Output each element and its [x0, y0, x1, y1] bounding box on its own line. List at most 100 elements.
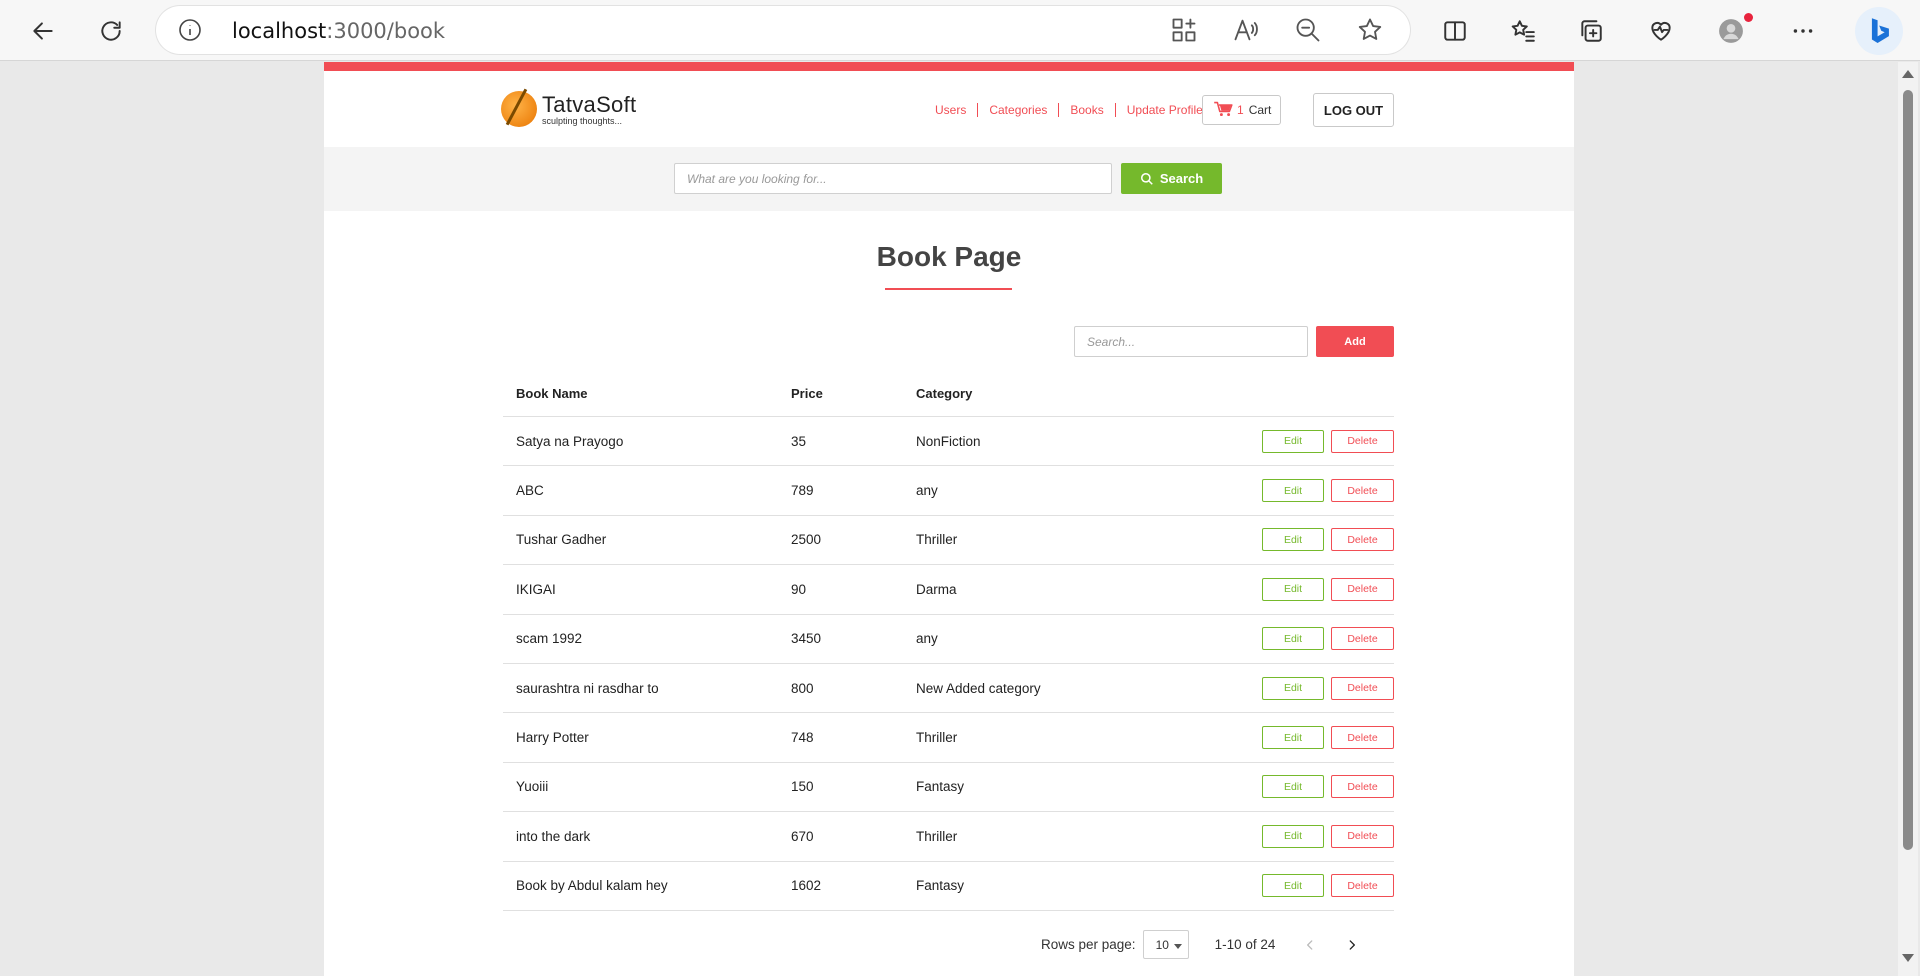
main-nav: Users Categories Books Update Profile [935, 103, 1203, 117]
table-row: Yuoiii 150 Fantasy Edit Delete [503, 763, 1394, 813]
header-price: Price [791, 386, 823, 401]
delete-button[interactable]: Delete [1331, 627, 1394, 651]
cell-book-name: into the dark [516, 828, 591, 844]
delete-button[interactable]: Delete [1331, 824, 1394, 848]
next-page-button[interactable] [1339, 932, 1365, 958]
read-aloud-icon[interactable] [1232, 16, 1260, 44]
cell-category: Darma [916, 581, 957, 597]
edit-button[interactable]: Edit [1262, 429, 1324, 453]
cell-book-name: Satya na Prayogo [516, 433, 624, 449]
delete-button[interactable]: Delete [1331, 479, 1394, 503]
nav-item-books[interactable]: Books [1070, 103, 1103, 117]
rows-per-page-select[interactable]: 10 [1142, 930, 1189, 959]
edit-button[interactable]: Edit [1262, 726, 1324, 750]
add-button[interactable]: Add [1316, 326, 1394, 357]
scroll-up-arrow[interactable] [1902, 70, 1914, 78]
copilot-button[interactable] [1855, 7, 1903, 55]
header-category: Category [916, 386, 973, 401]
web-page: TatvaSoft sculpting thoughts... Users Ca… [324, 62, 1574, 976]
cell-category: any [916, 483, 938, 499]
avatar-icon [1719, 19, 1743, 43]
table-row: Harry Potter 748 Thriller Edit Delete [503, 713, 1394, 763]
search-button[interactable]: Search [1121, 163, 1222, 194]
site-header: TatvaSoft sculpting thoughts... Users Ca… [324, 71, 1574, 147]
zoom-out-icon[interactable] [1294, 16, 1322, 44]
table-header: Book Name Price Category [503, 371, 1394, 417]
split-screen-button[interactable] [1436, 12, 1474, 50]
site-search-input[interactable] [674, 163, 1112, 194]
table-row: Book by Abdul kalam hey 1602 Fantasy Edi… [503, 862, 1394, 911]
delete-button[interactable]: Delete [1331, 577, 1394, 601]
search-button-label: Search [1159, 171, 1204, 186]
cell-price: 789 [791, 483, 814, 499]
delete-button[interactable]: Delete [1331, 874, 1394, 898]
more-menu-button[interactable] [1784, 12, 1822, 50]
pagination: Rows per page: 10 1-10 of 24 [1041, 930, 1365, 959]
rows-per-page-label: Rows per page: [1041, 937, 1136, 952]
cell-price: 3450 [791, 631, 822, 647]
reload-button[interactable] [92, 12, 130, 50]
cell-price: 35 [791, 433, 807, 449]
edit-button[interactable]: Edit [1262, 676, 1324, 700]
scroll-down-arrow[interactable] [1902, 954, 1914, 962]
cell-category: Fantasy [916, 779, 965, 795]
edit-button[interactable]: Edit [1262, 775, 1324, 799]
tatvasoft-logo[interactable]: TatvaSoft sculpting thoughts... [501, 91, 636, 127]
cell-price: 800 [791, 680, 814, 696]
edit-button[interactable]: Edit [1262, 479, 1324, 503]
table-row: scam 1992 3450 any Edit Delete [503, 615, 1394, 664]
notification-dot [1744, 13, 1753, 22]
nav-divider [1058, 103, 1060, 117]
cell-category: Thriller [916, 532, 958, 548]
edit-button[interactable]: Edit [1262, 824, 1324, 848]
favorites-button[interactable] [1504, 12, 1542, 50]
prev-page-button[interactable] [1297, 932, 1323, 958]
refresh-icon [101, 21, 121, 41]
cell-price: 150 [791, 779, 814, 795]
copilot-icon [1871, 18, 1889, 44]
nav-item-users[interactable]: Users [935, 103, 966, 117]
cell-category: Thriller [916, 730, 958, 746]
edit-button[interactable]: Edit [1262, 874, 1324, 898]
heart-pulse-icon [1651, 21, 1671, 41]
browser-toolbar: localhost:3000/book [0, 0, 1920, 61]
delete-button[interactable]: Delete [1331, 775, 1394, 799]
cell-category: Fantasy [916, 878, 965, 894]
collections-button[interactable] [1572, 12, 1610, 50]
cell-book-name: IKIGAI [516, 581, 556, 597]
browser-essentials-button[interactable] [1642, 12, 1680, 50]
chevron-right-icon [1349, 939, 1356, 950]
page-scrollbar[interactable] [1898, 62, 1918, 976]
cell-category: any [916, 631, 938, 647]
info-icon[interactable] [178, 18, 202, 42]
delete-button[interactable]: Delete [1331, 676, 1394, 700]
cell-price: 2500 [791, 532, 822, 548]
scroll-thumb[interactable] [1903, 90, 1913, 850]
cell-book-name: Book by Abdul kalam hey [516, 878, 668, 894]
table-row: Satya na Prayogo 35 NonFiction Edit Delet… [503, 417, 1394, 467]
table-search-input[interactable] [1074, 326, 1308, 357]
cell-book-name: scam 1992 [516, 631, 583, 647]
cell-book-name: saurashtra ni rasdhar to [516, 680, 659, 696]
cart-button[interactable]: 1 Cart [1202, 95, 1281, 125]
cell-price: 1602 [791, 878, 822, 894]
logout-button[interactable]: LOG OUT [1313, 93, 1394, 127]
back-button[interactable] [24, 12, 62, 50]
delete-button[interactable]: Delete [1331, 429, 1394, 453]
nav-item-update-profile[interactable]: Update Profile [1127, 103, 1203, 117]
logo-name: TatvaSoft [542, 92, 637, 117]
edit-button[interactable]: Edit [1262, 627, 1324, 651]
cell-book-name: Harry Potter [516, 730, 589, 746]
table-row: ABC 789 any Edit Delete [503, 466, 1394, 516]
app-available-icon[interactable] [1170, 16, 1198, 44]
url-text[interactable]: localhost:3000/book [232, 19, 445, 43]
delete-button[interactable]: Delete [1331, 726, 1394, 750]
address-bar[interactable]: localhost:3000/book [156, 6, 1410, 54]
delete-button[interactable]: Delete [1331, 528, 1394, 552]
edit-button[interactable]: Edit [1262, 577, 1324, 601]
favorite-star-icon[interactable] [1356, 16, 1384, 44]
split-screen-icon [1444, 21, 1466, 41]
nav-item-categories[interactable]: Categories [989, 103, 1047, 117]
edit-button[interactable]: Edit [1262, 528, 1324, 552]
favorites-list-icon [1511, 20, 1535, 42]
